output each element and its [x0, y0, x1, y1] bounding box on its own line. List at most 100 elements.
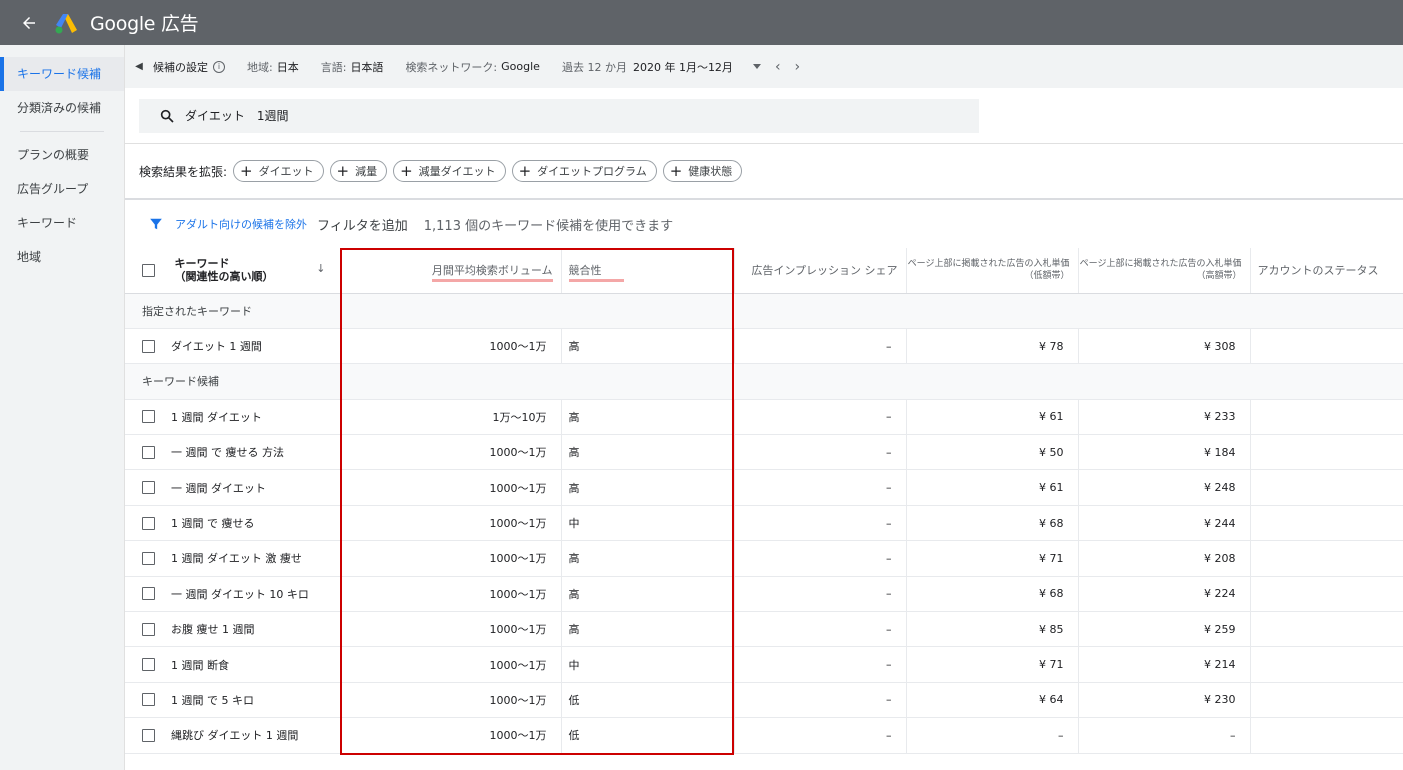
table-row[interactable]: 一 週間 ダイエット 10 キロ 1000～1万高 – ¥ 68 ¥ 224	[125, 576, 1403, 613]
row-checkbox[interactable]	[142, 728, 155, 742]
sidebar-item-keywords[interactable]: キーワード	[0, 206, 124, 240]
competition-cell: 高	[561, 328, 735, 365]
keyword-text: お腹 痩せ 1 週間	[171, 623, 255, 637]
table-row[interactable]: 一 週間 で 痩せる 方法 1000～1万高 – ¥ 50 ¥ 184	[125, 434, 1403, 471]
status-cell	[1250, 611, 1403, 648]
back-arrow-icon[interactable]	[20, 14, 38, 32]
volume-cell: 1000～1万	[340, 611, 562, 648]
status-cell	[1250, 717, 1403, 754]
settings-title[interactable]: 候補の設定 i	[153, 59, 225, 75]
date-range-dropdown[interactable]: 過去 12 か月 2020 年 1月～12月	[562, 59, 775, 75]
bid-low-column-header[interactable]: ページ上部に掲載された広告の入札単価（低額帯）	[906, 248, 1079, 294]
status-cell	[1250, 434, 1403, 471]
keyword-cell: 一 週間 で 痩せる 方法	[125, 434, 341, 471]
expand-chip[interactable]: + 減量	[329, 160, 388, 182]
table-row[interactable]: 1 週間 断食 1000～1万中 – ¥ 71 ¥ 214	[125, 646, 1403, 683]
row-checkbox[interactable]	[142, 551, 155, 565]
filter-icon[interactable]	[149, 217, 163, 231]
row-checkbox[interactable]	[142, 622, 155, 636]
expand-chip[interactable]: + 健康状態	[662, 160, 743, 182]
competition-header-text: 競合性	[568, 264, 624, 283]
keyword-header-label: キーワード （関連性の高い順）	[175, 257, 274, 283]
table-row[interactable]: 1 週間 ダイエット 激 痩せ 1000～1万高 – ¥ 71 ¥ 208	[125, 540, 1403, 577]
network-setting[interactable]: 検索ネットワーク: Google	[405, 59, 540, 75]
row-checkbox[interactable]	[142, 481, 155, 495]
table-row[interactable]: 1 週間 で 5 キロ 1000～1万低 – ¥ 64 ¥ 230	[125, 682, 1403, 719]
row-checkbox[interactable]	[142, 693, 155, 707]
impression-share-cell: –	[734, 611, 907, 648]
chip-label: ダイエット	[258, 165, 314, 178]
competition-cell: 高	[561, 611, 735, 648]
bid-high-cell: ¥ 233	[1078, 399, 1251, 436]
bid-low-cell: ¥ 68	[906, 576, 1079, 613]
region-label: 地域:	[247, 60, 273, 74]
row-checkbox[interactable]	[142, 587, 155, 601]
volume-cell: 1000～1万	[340, 682, 562, 719]
keyword-table-body: 指定されたキーワード ダイエット 1 週間 1000～1万高 – ¥ 78 ¥ 308 キー…	[125, 293, 1403, 754]
table-row[interactable]: 1 週間 で 痩せる 1000～1万中 – ¥ 68 ¥ 244	[125, 505, 1403, 542]
volume-column-header[interactable]: 月間平均検索ボリューム	[340, 248, 562, 294]
impression-share-cell: –	[734, 540, 907, 577]
next-period-icon[interactable]: ›	[795, 59, 801, 75]
table-row[interactable]: ダイエット 1 週間 1000～1万高 – ¥ 78 ¥ 308	[125, 328, 1403, 365]
competition-column-header[interactable]: 競合性	[561, 248, 735, 294]
exclude-adult-filter[interactable]: アダルト向けの候補を除外	[175, 216, 307, 232]
row-checkbox[interactable]	[142, 516, 155, 530]
language-label: 言語:	[320, 60, 347, 74]
plus-icon: +	[518, 162, 532, 180]
volume-cell: 1000～1万	[340, 576, 562, 613]
row-checkbox[interactable]	[142, 658, 155, 672]
sort-arrow-icon[interactable]: ↓	[316, 262, 325, 275]
table-group-row: キーワード候補	[125, 363, 1403, 400]
status-column-header[interactable]: アカウントのステータス	[1250, 248, 1403, 294]
keyword-text: 1 週間 ダイエット 激 痩せ	[171, 552, 302, 566]
settings-label: 候補の設定	[153, 60, 208, 74]
keyword-search-input[interactable]: ダイエット 1週間	[139, 98, 979, 133]
keyword-cell: 1 週間 で 痩せる	[125, 505, 341, 542]
info-icon[interactable]: i	[213, 60, 225, 73]
language-value: 日本語	[350, 60, 384, 74]
sidebar-item-keyword-ideas[interactable]: キーワード候補	[0, 57, 124, 91]
plus-icon: +	[336, 162, 350, 180]
bid-high-cell: ¥ 208	[1078, 540, 1251, 577]
collapse-left-icon[interactable]: ◀	[125, 61, 153, 72]
sidebar-item-locations[interactable]: 地域	[0, 240, 124, 274]
expand-chip[interactable]: + ダイエット	[233, 160, 324, 182]
add-filter-button[interactable]: フィルタを追加	[317, 215, 408, 234]
select-all-checkbox[interactable]	[142, 263, 155, 277]
row-checkbox[interactable]	[142, 445, 155, 459]
prev-period-icon[interactable]: ‹	[775, 59, 781, 75]
region-value: 日本	[276, 60, 299, 74]
volume-cell: 1万～10万	[340, 399, 562, 436]
expand-chip[interactable]: + ダイエットプログラム	[511, 160, 657, 182]
bid-low-cell: ¥ 68	[906, 505, 1079, 542]
table-row[interactable]: 縄跳び ダイエット 1 週間 1000～1万低 – – –	[125, 717, 1403, 754]
app-title: Google 広告	[90, 13, 199, 35]
bid-low-cell: ¥ 50	[906, 434, 1079, 471]
keyword-text: 一 週間 で 痩せる 方法	[171, 446, 284, 460]
status-cell	[1250, 540, 1403, 577]
sidebar-item-ad-groups[interactable]: 広告グループ	[0, 172, 124, 206]
bid-high-cell: ¥ 230	[1078, 682, 1251, 719]
sidebar-item-plan-overview[interactable]: プランの概要	[0, 138, 124, 172]
keyword-text: 一 週間 ダイエット 10 キロ	[171, 587, 309, 601]
settings-bar: ◀ 候補の設定 i 地域: 日本 言語: 日本語 検索ネットワーク: Googl…	[125, 45, 1403, 88]
period-label: 過去 12 か月	[561, 60, 627, 74]
bid-high-column-header[interactable]: ページ上部に掲載された広告の入札単価（高額帯）	[1078, 248, 1251, 294]
table-row[interactable]: 1 週間 ダイエット 1万～10万高 – ¥ 61 ¥ 233	[125, 399, 1403, 436]
volume-cell: 1000～1万	[340, 717, 562, 754]
impression-share-column-header[interactable]: 広告インプレッション シェア	[734, 248, 907, 294]
sidebar-item-grouped-ideas[interactable]: 分類済みの候補	[0, 91, 124, 125]
expand-chip[interactable]: + 減量ダイエット	[393, 160, 506, 182]
volume-header-text: 月間平均検索ボリューム	[431, 264, 553, 283]
row-checkbox[interactable]	[142, 339, 155, 353]
keyword-column-header[interactable]: キーワード （関連性の高い順） ↓	[125, 248, 341, 294]
row-checkbox[interactable]	[142, 410, 155, 424]
competition-cell: 低	[561, 682, 735, 719]
sidebar-divider	[20, 131, 104, 132]
language-setting[interactable]: 言語: 日本語	[321, 59, 384, 75]
region-setting[interactable]: 地域: 日本	[247, 59, 299, 75]
table-row[interactable]: 一 週間 ダイエット 1000～1万高 – ¥ 61 ¥ 248	[125, 469, 1403, 506]
table-row[interactable]: お腹 痩せ 1 週間 1000～1万高 – ¥ 85 ¥ 259	[125, 611, 1403, 648]
bid-high-cell: ¥ 244	[1078, 505, 1251, 542]
